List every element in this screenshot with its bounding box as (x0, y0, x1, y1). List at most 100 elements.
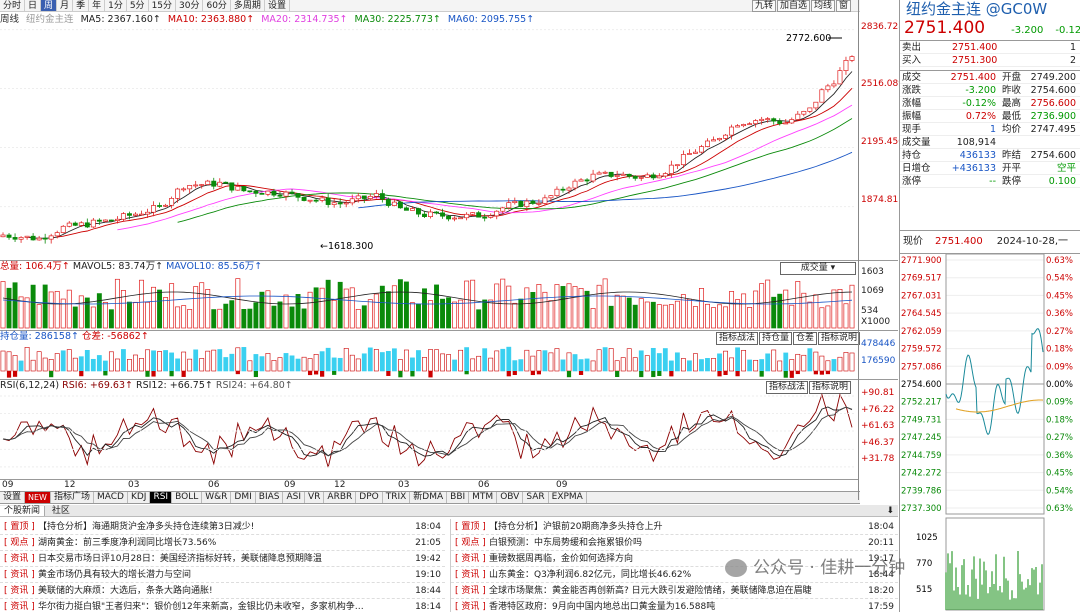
ma10-line (57, 87, 853, 238)
volume-bar (36, 304, 42, 329)
indicator-tab-16[interactable]: BBI (447, 492, 470, 503)
news-title[interactable]: 华尔街力挺白银"王者归来"：银价创12年来新高，金银比仍未收窄，多家机构争… (38, 599, 401, 612)
news-bar: 个股新闻 社区 ⬇ (0, 505, 898, 517)
news-title[interactable]: 【持仓分析】沪银前20期商净多头持仓上升 (489, 519, 854, 534)
quote-field-label: 日增仓 (902, 163, 931, 174)
news-left-item[interactable]: [ 资讯 ] 美联储的大麻烦：大选后，条条大路向通胀! 18:44 (0, 583, 445, 599)
volume-bar (385, 291, 391, 329)
news-left-item[interactable]: [ 资讯 ] 黄金市场仍具有较大的增长潜力与空间 19:10 (0, 567, 445, 583)
news-title[interactable]: 香港特区政府：9月向中国内地总出口黄金量为16.588吨 (489, 599, 854, 612)
indicator-tab-8[interactable]: DMI (231, 492, 256, 503)
news-right-item[interactable]: [ 资讯 ] 全球市场聚焦：黄金能否再创新高? 日元大跌引发避险情绪，美联储降息迫… (451, 583, 898, 599)
indicator-tab-0[interactable]: 设置 (0, 492, 26, 503)
indicator-tab-10[interactable]: ASI (283, 492, 305, 503)
period-tab-3[interactable]: 月 (57, 0, 74, 11)
candle (735, 124, 741, 128)
quote-row: 涨幅 -0.12% 最高 2756.600 (900, 97, 1080, 110)
bid-label: 买入 (902, 55, 922, 66)
volume-bar (319, 287, 325, 329)
volume-bar (566, 283, 572, 329)
candle (434, 211, 439, 215)
period-tab-6[interactable]: 1分 (105, 0, 127, 11)
indicator-tab-7[interactable]: W&R (202, 492, 232, 503)
indicator-tab-4[interactable]: KDJ (128, 492, 151, 503)
axis-label-0: 1603 (861, 267, 884, 277)
quote-field-value: 2751.400 (950, 72, 996, 83)
news-right-item[interactable]: [ 资讯 ] 香港特区政府：9月向中国内地总出口黄金量为16.588吨 17:59 (451, 599, 898, 612)
news-tab-community[interactable]: 社区 (48, 506, 74, 516)
indicator-tab-13[interactable]: DPO (356, 492, 383, 503)
period-tab-0[interactable]: 分时 (0, 0, 26, 11)
news-right-item[interactable]: [ 观点 ] 白银预测：中东局势缓和会拖累银价吗 20:11 (451, 535, 898, 551)
indicator-tab-14[interactable]: TRIX (383, 492, 411, 503)
news-left-item[interactable]: [ 资讯 ] 华尔街力挺白银"王者归来"：银价创12年来新高，金银比仍未收窄，多家… (0, 599, 445, 612)
indicator-tab-9[interactable]: BIAS (256, 492, 284, 503)
volume-bar (416, 303, 421, 329)
period-tab-4[interactable]: 季 (73, 0, 90, 11)
candle (72, 221, 78, 227)
period-tab-12[interactable]: 设置 (265, 0, 290, 11)
volume-bar (12, 282, 18, 329)
top-button-3[interactable]: 窗 (836, 0, 852, 12)
volume-bar (524, 287, 530, 329)
oi-diff-bar (566, 371, 572, 378)
indicator-tab-18[interactable]: OBV (497, 492, 524, 503)
scroll-down-icon[interactable]: ⬇ (886, 505, 894, 517)
indicator-tab-17[interactable]: MTM (469, 492, 498, 503)
intraday-left-label: 2769.517 (901, 274, 942, 284)
news-title[interactable]: 【持仓分析】海通期货沪金净多头持仓连续第3日减少! (38, 519, 401, 534)
news-title[interactable]: 白银预测：中东局势缓和会拖累银价吗 (489, 535, 854, 550)
period-tab-7[interactable]: 5分 (127, 0, 149, 11)
intraday-right-label: 0.36% (1046, 451, 1073, 461)
indicator-tab-19[interactable]: SAR (523, 492, 549, 503)
period-tab-10[interactable]: 60分 (203, 0, 231, 11)
candle (656, 173, 662, 179)
period-tab-2[interactable]: 周 (41, 0, 58, 11)
indicator-tab-5[interactable]: RSI (150, 492, 173, 503)
news-left-item[interactable]: [ 观点 ] 湖南黄金：前三季度净利润同比增长73.56% 21:05 (0, 535, 445, 551)
oi-bar (428, 349, 433, 372)
news-left-item[interactable]: [ 资讯 ] 日本交易市场日评10月28日：美国经济指标好转，美联储降息预期降温 1… (0, 551, 445, 567)
news-right-item[interactable]: [ 置顶 ] 【持仓分析】沪银前20期商净多头持仓上升 18:04 (451, 519, 898, 535)
indicator-tab-1[interactable]: NEW (25, 492, 51, 503)
news-left-item[interactable]: [ 置顶 ] 【持仓分析】海通期货沪金净多头持仓连续第3日减少! 18:04 (0, 519, 445, 535)
oi-bar (831, 359, 837, 372)
volume-bar (446, 297, 452, 329)
volume-bar (632, 304, 638, 329)
oi-bar (482, 348, 488, 372)
news-tab-stock[interactable]: 个股新闻 (0, 506, 46, 516)
candlestick-chart[interactable]: 2772.600 ←1618.300 (0, 27, 858, 259)
indicator-tab-20[interactable]: EXPMA (549, 492, 587, 503)
oi-bar (560, 359, 566, 372)
oi-bar (229, 353, 235, 372)
oi-bar (193, 349, 199, 372)
period-tab-8[interactable]: 15分 (149, 0, 177, 11)
period-tab-5[interactable]: 年 (89, 0, 106, 11)
news-title[interactable]: 湖南黄金：前三季度净利润同比增长73.56% (38, 535, 401, 550)
quote-field-label (996, 136, 1026, 148)
news-title[interactable]: 日本交易市场日评10月28日：美国经济指标好转，美联储降息预期降温 (38, 551, 401, 566)
intraday-left-label: 2742.272 (901, 469, 942, 479)
quote-panel: 纽约金主连 @GC0W 2751.400 -3.200 -0.12% 卖出 275… (899, 0, 1080, 232)
indicator-tab-11[interactable]: VR (305, 492, 325, 503)
indicator-tab-2[interactable]: 指标广场 (51, 492, 94, 503)
period-tab-1[interactable]: 日 (25, 0, 42, 11)
indicator-tab-6[interactable]: BOLL (172, 492, 203, 503)
indicator-tab-12[interactable]: ARBR (324, 492, 357, 503)
top-button-0[interactable]: 九转 (752, 0, 777, 12)
intraday-chart[interactable]: 2771.900 0.63% 2769.517 0.54% 2767.031 0.45% 2… (900, 253, 1080, 612)
volume-bar (650, 301, 656, 329)
news-title[interactable]: 黄金市场仍具有较大的增长潜力与空间 (38, 567, 401, 582)
indicator-tab-3[interactable]: MACD (94, 492, 128, 503)
volume-bar (777, 293, 783, 329)
top-button-2[interactable]: 均线 (811, 0, 836, 12)
period-tab-9[interactable]: 30分 (176, 0, 204, 11)
candle (795, 110, 801, 121)
indicator-tab-15[interactable]: 新DMA (410, 492, 448, 503)
period-tab-11[interactable]: 多周期 (231, 0, 265, 11)
oi-bar (590, 360, 596, 372)
news-title[interactable]: 美联储的大麻烦：大选后，条条大路向通胀! (38, 583, 401, 598)
top-button-1[interactable]: 加自选 (777, 0, 811, 12)
volume-bar (843, 303, 849, 329)
news-title[interactable]: 全球市场聚焦：黄金能否再创新高? 日元大跌引发避险情绪，美联储降息迫在眉睫 (489, 583, 854, 598)
